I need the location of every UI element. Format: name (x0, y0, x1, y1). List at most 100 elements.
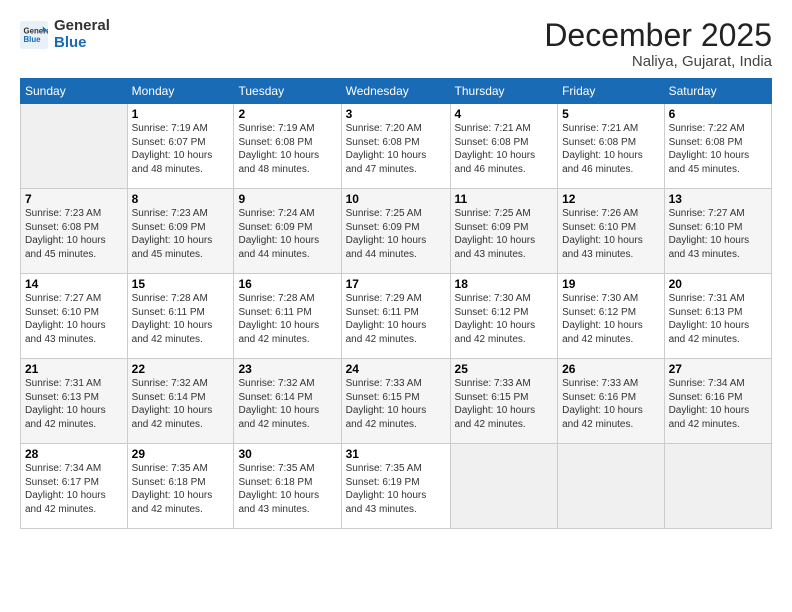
day-cell: 25Sunrise: 7:33 AM Sunset: 6:15 PM Dayli… (450, 359, 558, 444)
svg-text:Blue: Blue (24, 35, 42, 44)
week-row-1: 1Sunrise: 7:19 AM Sunset: 6:07 PM Daylig… (21, 104, 772, 189)
day-info: Sunrise: 7:29 AM Sunset: 6:11 PM Dayligh… (346, 292, 446, 346)
day-cell: 13Sunrise: 7:27 AM Sunset: 6:10 PM Dayli… (664, 189, 771, 274)
day-number: 18 (455, 277, 554, 291)
header-day-wednesday: Wednesday (341, 79, 450, 104)
day-info: Sunrise: 7:21 AM Sunset: 6:08 PM Dayligh… (455, 122, 554, 176)
week-row-3: 14Sunrise: 7:27 AM Sunset: 6:10 PM Dayli… (21, 274, 772, 359)
day-cell (450, 444, 558, 529)
day-number: 29 (132, 447, 230, 461)
day-info: Sunrise: 7:28 AM Sunset: 6:11 PM Dayligh… (132, 292, 230, 346)
day-cell: 10Sunrise: 7:25 AM Sunset: 6:09 PM Dayli… (341, 189, 450, 274)
day-number: 9 (238, 192, 336, 206)
header-day-friday: Friday (558, 79, 664, 104)
day-info: Sunrise: 7:20 AM Sunset: 6:08 PM Dayligh… (346, 122, 446, 176)
day-number: 16 (238, 277, 336, 291)
day-number: 5 (562, 107, 659, 121)
day-cell: 17Sunrise: 7:29 AM Sunset: 6:11 PM Dayli… (341, 274, 450, 359)
header-day-thursday: Thursday (450, 79, 558, 104)
day-info: Sunrise: 7:19 AM Sunset: 6:08 PM Dayligh… (238, 122, 336, 176)
day-number: 10 (346, 192, 446, 206)
day-cell (558, 444, 664, 529)
day-info: Sunrise: 7:31 AM Sunset: 6:13 PM Dayligh… (669, 292, 767, 346)
day-cell: 9Sunrise: 7:24 AM Sunset: 6:09 PM Daylig… (234, 189, 341, 274)
day-number: 12 (562, 192, 659, 206)
day-number: 13 (669, 192, 767, 206)
day-info: Sunrise: 7:33 AM Sunset: 6:15 PM Dayligh… (346, 377, 446, 431)
day-cell: 2Sunrise: 7:19 AM Sunset: 6:08 PM Daylig… (234, 104, 341, 189)
day-info: Sunrise: 7:34 AM Sunset: 6:16 PM Dayligh… (669, 377, 767, 431)
day-number: 27 (669, 362, 767, 376)
day-cell: 26Sunrise: 7:33 AM Sunset: 6:16 PM Dayli… (558, 359, 664, 444)
day-number: 8 (132, 192, 230, 206)
header: General Blue General Blue December 2025 … (20, 18, 772, 70)
day-cell: 19Sunrise: 7:30 AM Sunset: 6:12 PM Dayli… (558, 274, 664, 359)
day-cell: 18Sunrise: 7:30 AM Sunset: 6:12 PM Dayli… (450, 274, 558, 359)
day-number: 7 (25, 192, 123, 206)
day-cell: 1Sunrise: 7:19 AM Sunset: 6:07 PM Daylig… (127, 104, 234, 189)
header-day-monday: Monday (127, 79, 234, 104)
day-info: Sunrise: 7:24 AM Sunset: 6:09 PM Dayligh… (238, 207, 336, 261)
day-info: Sunrise: 7:23 AM Sunset: 6:08 PM Dayligh… (25, 207, 123, 261)
week-row-5: 28Sunrise: 7:34 AM Sunset: 6:17 PM Dayli… (21, 444, 772, 529)
day-number: 6 (669, 107, 767, 121)
day-cell: 4Sunrise: 7:21 AM Sunset: 6:08 PM Daylig… (450, 104, 558, 189)
day-cell: 24Sunrise: 7:33 AM Sunset: 6:15 PM Dayli… (341, 359, 450, 444)
day-info: Sunrise: 7:28 AM Sunset: 6:11 PM Dayligh… (238, 292, 336, 346)
logo: General Blue General Blue (20, 18, 110, 51)
day-info: Sunrise: 7:35 AM Sunset: 6:19 PM Dayligh… (346, 462, 446, 516)
day-info: Sunrise: 7:33 AM Sunset: 6:16 PM Dayligh… (562, 377, 659, 431)
day-number: 2 (238, 107, 336, 121)
day-info: Sunrise: 7:23 AM Sunset: 6:09 PM Dayligh… (132, 207, 230, 261)
week-row-4: 21Sunrise: 7:31 AM Sunset: 6:13 PM Dayli… (21, 359, 772, 444)
day-cell: 29Sunrise: 7:35 AM Sunset: 6:18 PM Dayli… (127, 444, 234, 529)
header-day-saturday: Saturday (664, 79, 771, 104)
day-number: 1 (132, 107, 230, 121)
day-number: 3 (346, 107, 446, 121)
day-number: 21 (25, 362, 123, 376)
day-cell: 30Sunrise: 7:35 AM Sunset: 6:18 PM Dayli… (234, 444, 341, 529)
day-cell: 22Sunrise: 7:32 AM Sunset: 6:14 PM Dayli… (127, 359, 234, 444)
day-info: Sunrise: 7:27 AM Sunset: 6:10 PM Dayligh… (25, 292, 123, 346)
day-cell (21, 104, 128, 189)
logo-blue: Blue (54, 34, 87, 51)
day-number: 17 (346, 277, 446, 291)
day-info: Sunrise: 7:27 AM Sunset: 6:10 PM Dayligh… (669, 207, 767, 261)
day-cell: 16Sunrise: 7:28 AM Sunset: 6:11 PM Dayli… (234, 274, 341, 359)
logo-text: General Blue (54, 18, 110, 51)
day-cell: 5Sunrise: 7:21 AM Sunset: 6:08 PM Daylig… (558, 104, 664, 189)
day-number: 28 (25, 447, 123, 461)
day-number: 26 (562, 362, 659, 376)
day-cell: 8Sunrise: 7:23 AM Sunset: 6:09 PM Daylig… (127, 189, 234, 274)
day-info: Sunrise: 7:35 AM Sunset: 6:18 PM Dayligh… (238, 462, 336, 516)
calendar-table: SundayMondayTuesdayWednesdayThursdayFrid… (20, 78, 772, 529)
day-info: Sunrise: 7:35 AM Sunset: 6:18 PM Dayligh… (132, 462, 230, 516)
day-number: 11 (455, 192, 554, 206)
logo-general: General (54, 17, 110, 34)
day-cell (664, 444, 771, 529)
day-cell: 31Sunrise: 7:35 AM Sunset: 6:19 PM Dayli… (341, 444, 450, 529)
day-cell: 11Sunrise: 7:25 AM Sunset: 6:09 PM Dayli… (450, 189, 558, 274)
day-cell: 20Sunrise: 7:31 AM Sunset: 6:13 PM Dayli… (664, 274, 771, 359)
day-cell: 23Sunrise: 7:32 AM Sunset: 6:14 PM Dayli… (234, 359, 341, 444)
day-cell: 21Sunrise: 7:31 AM Sunset: 6:13 PM Dayli… (21, 359, 128, 444)
week-row-2: 7Sunrise: 7:23 AM Sunset: 6:08 PM Daylig… (21, 189, 772, 274)
day-info: Sunrise: 7:25 AM Sunset: 6:09 PM Dayligh… (455, 207, 554, 261)
day-cell: 3Sunrise: 7:20 AM Sunset: 6:08 PM Daylig… (341, 104, 450, 189)
day-number: 14 (25, 277, 123, 291)
day-number: 25 (455, 362, 554, 376)
day-cell: 28Sunrise: 7:34 AM Sunset: 6:17 PM Dayli… (21, 444, 128, 529)
day-number: 4 (455, 107, 554, 121)
day-cell: 7Sunrise: 7:23 AM Sunset: 6:08 PM Daylig… (21, 189, 128, 274)
day-info: Sunrise: 7:26 AM Sunset: 6:10 PM Dayligh… (562, 207, 659, 261)
day-number: 15 (132, 277, 230, 291)
day-info: Sunrise: 7:19 AM Sunset: 6:07 PM Dayligh… (132, 122, 230, 176)
day-info: Sunrise: 7:30 AM Sunset: 6:12 PM Dayligh… (455, 292, 554, 346)
logo-icon: General Blue (20, 21, 48, 49)
day-info: Sunrise: 7:34 AM Sunset: 6:17 PM Dayligh… (25, 462, 123, 516)
day-info: Sunrise: 7:21 AM Sunset: 6:08 PM Dayligh… (562, 122, 659, 176)
header-row: SundayMondayTuesdayWednesdayThursdayFrid… (21, 79, 772, 104)
day-number: 20 (669, 277, 767, 291)
calendar-header: SundayMondayTuesdayWednesdayThursdayFrid… (21, 79, 772, 104)
day-cell: 14Sunrise: 7:27 AM Sunset: 6:10 PM Dayli… (21, 274, 128, 359)
